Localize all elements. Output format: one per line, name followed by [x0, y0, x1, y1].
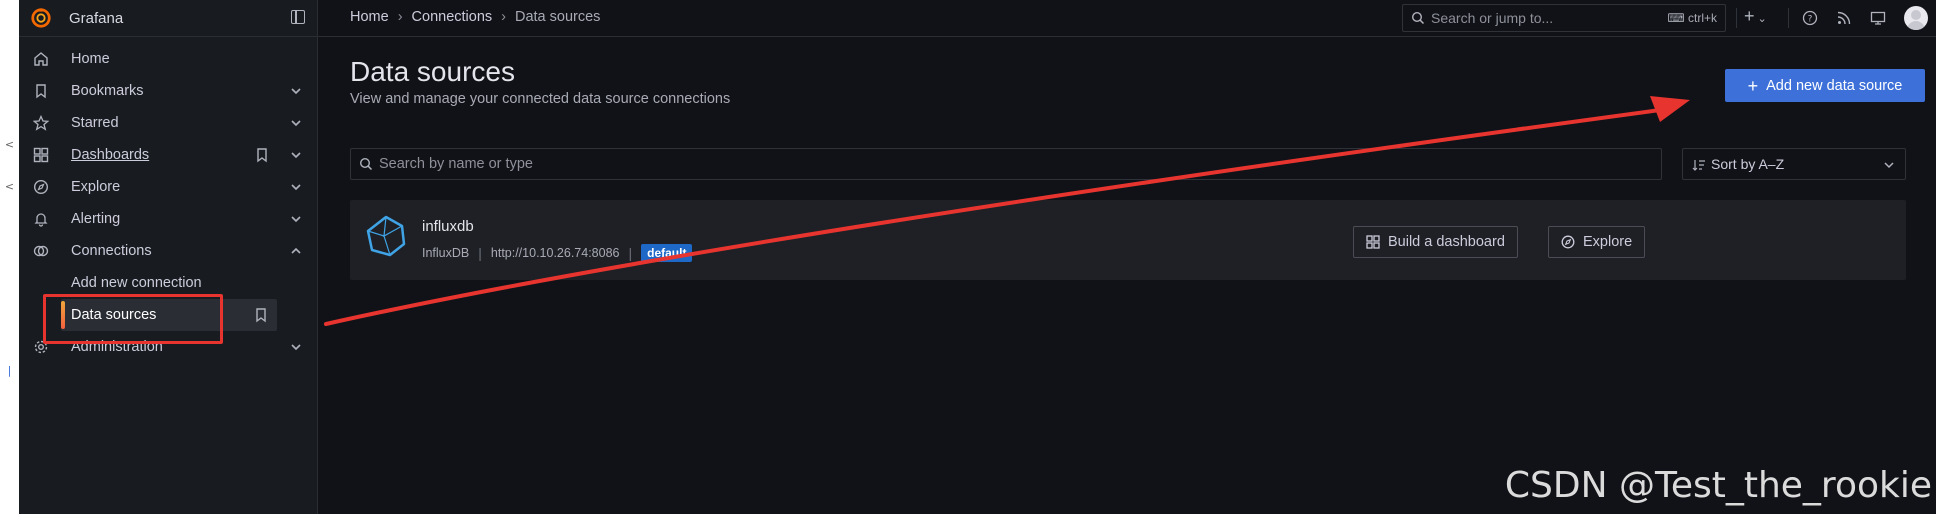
left-edge-strip: < < |	[0, 0, 19, 514]
top-bar: Home › Connections › Data sources Search…	[318, 0, 1936, 37]
bookmark-icon	[36, 84, 46, 99]
breadcrumb-home[interactable]: Home	[350, 9, 389, 25]
separator: |	[478, 245, 482, 261]
user-avatar[interactable]	[1904, 6, 1928, 30]
watermark: CSDN @Test_the_rookie	[1504, 465, 1932, 506]
chevron-down-icon[interactable]	[289, 212, 303, 226]
default-badge: default	[641, 244, 693, 262]
add-button-label: Add new data source	[1766, 77, 1903, 94]
sidebar-item-explore[interactable]: Explore	[19, 171, 317, 203]
breadcrumb-current: Data sources	[514, 9, 601, 25]
new-menu-button[interactable]: + ⌄	[1744, 6, 1767, 27]
sidebar-item-connections[interactable]: Connections	[19, 235, 317, 267]
chevron-down-icon: ⌄	[1757, 13, 1767, 25]
svg-text:?: ?	[1808, 15, 1813, 25]
sidebar-item-alerting[interactable]: Alerting	[19, 203, 317, 235]
datasource-url: http://10.10.26.74:8086	[490, 246, 620, 260]
compass-icon	[33, 179, 49, 195]
sidebar-item-label: Home	[71, 51, 110, 67]
sidebar: Grafana Home Bookmarks Starred Dashboard…	[19, 0, 318, 514]
breadcrumb: Home › Connections › Data sources	[350, 9, 600, 25]
user-icon	[1907, 10, 1925, 30]
connections-icon	[33, 245, 49, 257]
explore-button[interactable]: Explore	[1548, 226, 1646, 258]
influxdb-logo-icon	[366, 215, 406, 257]
grafana-app: Grafana Home Bookmarks Starred Dashboard…	[19, 0, 1936, 514]
sidebar-item-label: Dashboards	[71, 147, 150, 163]
build-dashboard-button[interactable]: Build a dashboard	[1353, 226, 1518, 258]
search-icon	[1411, 11, 1425, 25]
dock-menu-icon[interactable]	[291, 10, 305, 24]
chevron-down-icon[interactable]	[289, 84, 303, 98]
bell-icon	[34, 213, 48, 227]
dashboards-icon	[1366, 235, 1380, 249]
page-title: Data sources	[350, 56, 515, 87]
kiosk-mode-icon[interactable]	[1870, 10, 1886, 26]
separator: |	[628, 245, 633, 261]
sidebar-item-bookmarks[interactable]: Bookmarks	[19, 75, 317, 107]
chevron-down-icon[interactable]	[289, 148, 303, 162]
sort-icon	[1692, 160, 1705, 171]
datasource-search-input[interactable]: Search by name or type	[350, 148, 1662, 180]
chevron-down-icon	[1884, 162, 1894, 169]
divider	[1736, 8, 1737, 28]
sidebar-item-starred[interactable]: Starred	[19, 107, 317, 139]
chevron-down-icon[interactable]	[289, 340, 303, 354]
chevron-down-icon[interactable]	[289, 116, 303, 130]
compass-icon	[1561, 235, 1575, 249]
main-content: Data sources View and manage your connec…	[318, 36, 1936, 514]
chevron-down-icon[interactable]	[289, 180, 303, 194]
sidebar-item-label: Connections	[71, 243, 152, 259]
sidebar-item-label: Starred	[71, 115, 119, 131]
sidebar-item-home[interactable]: Home	[19, 43, 317, 75]
build-dashboard-label: Build a dashboard	[1388, 234, 1505, 250]
chevron-up-icon[interactable]	[289, 244, 303, 258]
datasource-card[interactable]: influxdb InfluxDB | http://10.10.26.74:8…	[350, 200, 1906, 280]
top-search-input[interactable]: Search or jump to... ⌨ ctrl+k	[1402, 4, 1726, 32]
sidebar-item-label: Explore	[71, 179, 121, 195]
divider	[1788, 8, 1789, 28]
sidebar-item-label: Alerting	[71, 211, 121, 227]
sort-label: Sort by A–Z	[1711, 156, 1785, 172]
bookmark-icon[interactable]	[253, 307, 269, 323]
sort-select[interactable]: Sort by A–Z	[1682, 148, 1906, 180]
star-icon	[33, 115, 49, 131]
annotation-highlight-box	[43, 294, 223, 344]
breadcrumb-connections[interactable]: Connections	[412, 9, 493, 25]
sidebar-item-dashboards[interactable]: Dashboards	[19, 139, 317, 171]
app-name: Grafana	[69, 9, 124, 27]
datasource-type: InfluxDB	[422, 246, 470, 260]
keyboard-shortcut: ⌨ ctrl+k	[1667, 11, 1717, 25]
plus-icon: +	[1747, 75, 1759, 96]
home-icon	[34, 52, 48, 66]
rss-news-icon[interactable]	[1836, 10, 1852, 26]
top-search-placeholder: Search or jump to...	[1431, 10, 1554, 26]
datasource-meta: InfluxDB | http://10.10.26.74:8086 | def…	[422, 244, 693, 262]
grafana-logo-icon[interactable]	[30, 7, 52, 29]
search-icon	[359, 157, 373, 171]
help-icon[interactable]: ?	[1802, 10, 1818, 26]
search-placeholder: Search by name or type	[379, 156, 533, 172]
sidebar-header: Grafana	[19, 0, 317, 37]
bookmark-icon[interactable]	[254, 147, 270, 163]
shortcut-text: ctrl+k	[1687, 11, 1717, 25]
dashboards-icon	[33, 147, 49, 163]
add-new-data-source-button[interactable]: + Add new data source	[1725, 69, 1925, 102]
page-subtitle: View and manage your connected data sour…	[350, 91, 731, 107]
datasource-name[interactable]: influxdb	[422, 218, 474, 235]
breadcrumb-separator-icon: ›	[501, 9, 506, 25]
breadcrumb-separator-icon: ›	[397, 9, 403, 25]
explore-label: Explore	[1583, 234, 1633, 250]
sidebar-item-label: Add new connection	[71, 275, 202, 291]
sidebar-item-label: Bookmarks	[71, 83, 144, 99]
